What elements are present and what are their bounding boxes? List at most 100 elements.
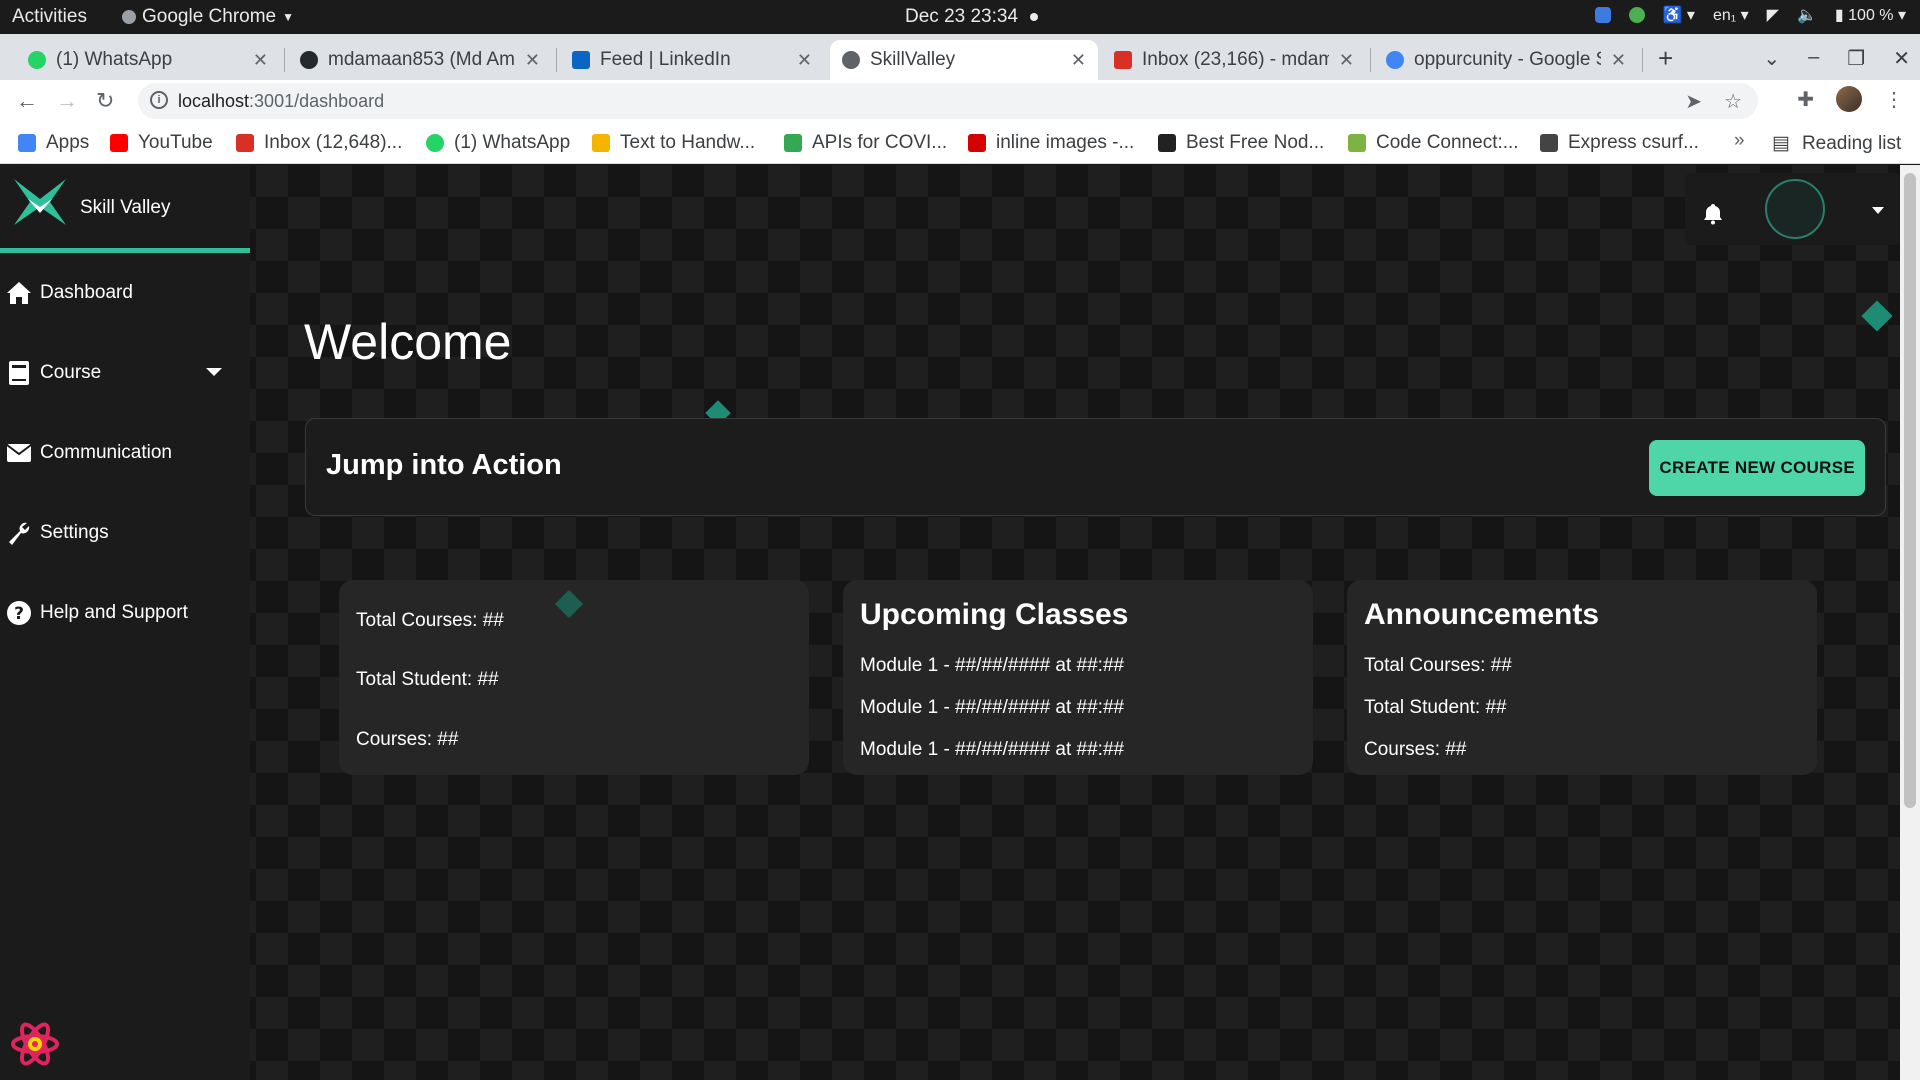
tab-linkedin[interactable]: Feed | LinkedIn ✕ xyxy=(560,40,824,80)
activities-button[interactable]: Activities xyxy=(12,6,87,28)
bookmark-express-csurf[interactable]: Express csurf... xyxy=(1540,132,1699,154)
close-icon[interactable]: ✕ xyxy=(1611,50,1626,71)
profile-avatar[interactable] xyxy=(1836,86,1862,112)
reload-icon[interactable]: ↻ xyxy=(96,88,114,114)
volume-icon[interactable]: 🔈 xyxy=(1797,5,1817,25)
react-devtools-icon[interactable] xyxy=(10,1021,60,1067)
tab-separator xyxy=(556,48,557,72)
system-tray[interactable]: ♿ ▾ en₁ ▾ ◤ 🔈 ▮ 100 % ▾ xyxy=(1594,5,1906,25)
bookmark-best-free-node[interactable]: Best Free Nod... xyxy=(1158,132,1324,154)
gmail-icon xyxy=(1114,51,1132,69)
chrome-icon xyxy=(122,10,136,24)
restore-icon[interactable]: ❐ xyxy=(1847,46,1865,71)
bookmark-label: Code Connect:... xyxy=(1376,132,1519,153)
bookmark-label: Express csurf... xyxy=(1568,132,1699,153)
wifi-icon[interactable]: ◤ xyxy=(1767,5,1779,25)
tab-gmail[interactable]: Inbox (23,166) - mdam ✕ xyxy=(1102,40,1366,80)
bookmark-apis-covid[interactable]: APIs for COVI... xyxy=(784,132,947,154)
clock[interactable]: Dec 23 23:34 xyxy=(905,6,1039,28)
tab-strip: (1) WhatsApp ✕ mdamaan853 (Md Ama ✕ Feed… xyxy=(0,34,1920,80)
url-path: :3001/dashboard xyxy=(249,91,385,111)
tray-status-icon[interactable] xyxy=(1628,7,1645,23)
brand-header[interactable]: Skill Valley xyxy=(0,165,250,253)
tab-search-icon[interactable]: ⌄ xyxy=(1763,46,1780,71)
bookmark-apps[interactable]: Apps xyxy=(18,132,89,154)
announcement-item: Courses: ## xyxy=(1364,739,1467,760)
close-icon[interactable]: ✕ xyxy=(1339,50,1354,71)
bookmark-favicon-icon xyxy=(1158,134,1176,152)
reading-list-button[interactable]: ▤ Reading list xyxy=(1772,132,1901,155)
sidebar-item-help[interactable]: ? Help and Support xyxy=(0,588,250,638)
decorative-diamond xyxy=(554,589,584,619)
pen-icon xyxy=(592,134,610,152)
user-avatar[interactable] xyxy=(1765,179,1825,239)
forward-arrow-icon[interactable]: → xyxy=(56,88,78,114)
globe-icon xyxy=(842,51,860,69)
upcoming-class-item: Module 1 - ##/##/#### at ##:## xyxy=(860,655,1125,676)
upcoming-classes-title: Upcoming Classes xyxy=(860,598,1129,631)
close-icon[interactable]: ✕ xyxy=(797,50,812,71)
app-menu-label: Google Chrome xyxy=(142,6,277,27)
address-bar[interactable]: i localhost:3001/dashboard ➤ ☆ xyxy=(138,83,1758,119)
bookmark-inbox[interactable]: Inbox (12,648)... xyxy=(236,132,402,154)
bookmark-label: Best Free Nod... xyxy=(1186,132,1325,153)
wrench-icon xyxy=(6,520,32,546)
battery-indicator[interactable]: ▮ 100 % ▾ xyxy=(1835,5,1906,25)
close-icon[interactable]: ✕ xyxy=(1071,50,1086,71)
sidebar-item-label: Help and Support xyxy=(40,602,188,623)
decorative-diamond xyxy=(1861,300,1893,332)
announcement-item: Total Courses: ## xyxy=(1364,655,1512,676)
accessibility-icon[interactable]: ♿ ▾ xyxy=(1663,5,1695,25)
bookmark-code-connect[interactable]: Code Connect:... xyxy=(1348,132,1519,154)
back-arrow-icon[interactable]: ← xyxy=(16,88,38,114)
scrollbar-thumb[interactable] xyxy=(1904,173,1916,808)
info-icon[interactable]: i xyxy=(150,91,168,109)
tab-title: oppurcunity - Google S xyxy=(1414,49,1601,70)
bookmark-whatsapp[interactable]: (1) WhatsApp xyxy=(426,132,570,154)
sidebar-item-settings[interactable]: Settings xyxy=(0,508,250,558)
bookmark-label: Apps xyxy=(46,132,90,153)
bookmark-label: APIs for COVI... xyxy=(812,132,948,153)
new-tab-button[interactable]: + xyxy=(1658,43,1673,74)
sidebar-item-dashboard[interactable]: Dashboard xyxy=(0,268,250,318)
tab-whatsapp[interactable]: (1) WhatsApp ✕ xyxy=(16,40,280,80)
minimize-icon[interactable]: – xyxy=(1808,46,1819,71)
action-card-title: Jump into Action xyxy=(326,449,562,481)
extensions-icon[interactable]: ✚ xyxy=(1797,87,1814,112)
close-icon[interactable]: ✕ xyxy=(253,50,268,71)
user-menu[interactable] xyxy=(1685,173,1900,245)
tab-title: mdamaan853 (Md Ama xyxy=(328,49,515,70)
url-text[interactable]: localhost:3001/dashboard xyxy=(178,91,384,112)
help-circle-icon: ? xyxy=(6,600,32,626)
more-menu-icon[interactable]: ⋮ xyxy=(1884,87,1904,112)
sidebar-item-communication[interactable]: Communication xyxy=(0,428,250,478)
bookmarks-overflow-button[interactable]: » xyxy=(1734,130,1745,152)
create-new-course-button[interactable]: CREATE NEW COURSE xyxy=(1649,440,1865,496)
tab-github[interactable]: mdamaan853 (Md Ama ✕ xyxy=(288,40,552,80)
jump-into-action-card: Jump into Action CREATE NEW COURSE xyxy=(305,418,1886,516)
tray-app-icon[interactable] xyxy=(1594,7,1611,23)
gmail-icon xyxy=(236,134,254,152)
chevron-down-icon[interactable] xyxy=(1872,207,1884,214)
github-icon xyxy=(300,51,318,69)
bookmark-text-to-handwriting[interactable]: Text to Handw... xyxy=(592,132,755,154)
send-icon[interactable]: ➤ xyxy=(1685,89,1702,114)
language-indicator[interactable]: en₁ ▾ xyxy=(1713,5,1749,25)
sidebar: Skill Valley Dashboard Course Communicat… xyxy=(0,165,250,1080)
page-scrollbar[interactable] xyxy=(1900,165,1920,1080)
close-icon[interactable]: ✕ xyxy=(525,50,540,71)
close-window-icon[interactable]: ✕ xyxy=(1893,46,1910,71)
sidebar-item-course[interactable]: Course xyxy=(0,348,250,398)
chevron-down-icon[interactable] xyxy=(206,368,222,376)
bookmark-youtube[interactable]: YouTube xyxy=(110,132,213,154)
app-menu[interactable]: Google Chrome ▼ xyxy=(122,6,294,28)
bookmark-label: (1) WhatsApp xyxy=(454,132,571,153)
bookmark-inline-images[interactable]: inline images -... xyxy=(968,132,1134,154)
envelope-icon xyxy=(6,440,32,466)
bell-icon[interactable] xyxy=(1703,203,1723,225)
tab-separator xyxy=(284,48,285,72)
upcoming-classes-card: Upcoming Classes Module 1 - ##/##/#### a… xyxy=(843,580,1313,775)
tab-skillvalley[interactable]: SkillValley ✕ xyxy=(830,40,1098,80)
tab-google-search[interactable]: oppurcunity - Google S ✕ xyxy=(1374,40,1638,80)
star-icon[interactable]: ☆ xyxy=(1724,89,1742,114)
